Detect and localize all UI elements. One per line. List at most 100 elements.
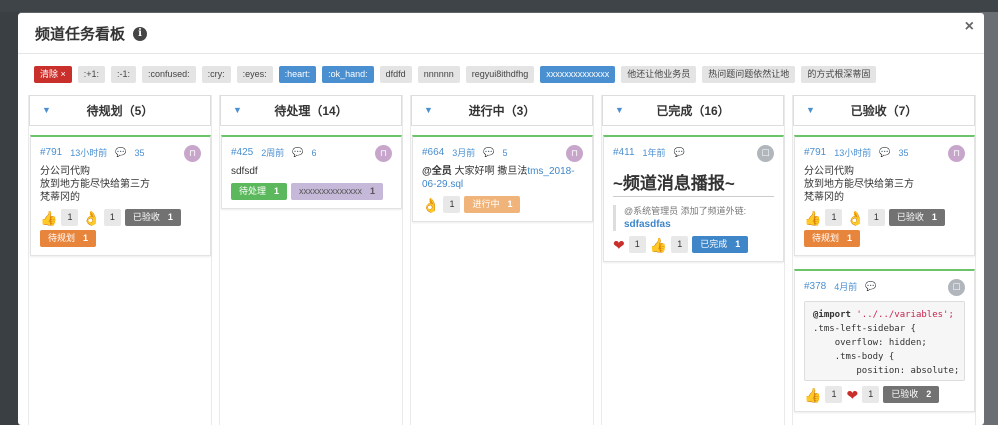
task-card[interactable]: #378 4月前 💬 ☐ @import '../../variables'; … [794,269,975,412]
ok-hand-icon[interactable]: 👌 [82,210,99,226]
status-badge[interactable]: 已验收 1 [888,209,945,226]
code-block: @import '../../variables'; .tms-left-sid… [804,301,965,381]
quote-user[interactable]: @系统管理员 [624,206,678,216]
clear-tags-button[interactable]: 清除 × [34,66,72,83]
status-badge[interactable]: 待规划 1 [40,230,97,247]
status-label: 已验收 [896,212,924,222]
task-card[interactable]: #411 1年前 💬 ☐ ~频道消息播报~ @系统管理员 添加了频道外链: sd… [603,135,784,262]
status-badge[interactable]: 已验收 2 [883,386,940,403]
reaction-count: 1 [862,386,880,403]
tag-filter[interactable]: dfdfd [379,66,412,83]
tag-filter-active[interactable]: :ok_hand: [322,66,374,83]
card-id[interactable]: #791 [804,147,826,158]
filter-icon[interactable]: ▼ [615,105,624,115]
filter-icon[interactable]: ▼ [42,105,51,115]
card-id[interactable]: #411 [613,147,635,158]
avatar[interactable]: ☐ [948,279,965,296]
code-line: .tms-left-sidebar { [813,324,916,334]
card-time: 13小时前 [70,148,108,158]
status-badge[interactable]: 已验收 1 [124,209,181,226]
status-badge[interactable]: 待处理 1 [231,183,288,200]
card-meta: #664 3月前 💬 5 [422,146,583,159]
column-title: 已验收（7） [850,104,918,118]
filter-icon[interactable]: ▼ [424,105,433,115]
task-card[interactable]: #425 2周前 💬 6 ⊓ sdfsdf 待处理 1 xxxxxxxxxxxxx… [221,135,402,209]
status-count: 1 [274,186,280,196]
reaction-count: 1 [628,236,646,253]
task-card[interactable]: #791 13小时前 💬 35 ⊓ 分公司代购 放到地方能尽快给第三方 梵蒂冈的… [30,135,211,256]
card-meta: #791 13小时前 💬 35 [804,146,965,159]
comment-icon: 💬 [292,147,304,157]
avatar[interactable]: ⊓ [566,145,583,162]
info-icon[interactable]: i [133,26,148,41]
status-count: 1 [931,212,937,222]
tag-filter-active[interactable]: :heart: [278,66,317,83]
status-count: 1 [507,199,513,209]
task-card[interactable]: #664 3月前 💬 5 ⊓ @全员 大家好啊 撒旦法tms_2018-06-2… [412,135,593,222]
card-text-body: 大家好啊 撒旦法 [454,166,528,177]
reaction-row: 👍 1 👌 1 已验收 1 待规划 1 [40,209,201,247]
thumbs-up-icon[interactable]: 👍 [804,387,821,403]
card-text-line: 分公司代购 [804,166,854,177]
reaction-row: 👍 1 ❤ 1 已验收 2 [804,386,965,403]
card-text-line: 放到地方能尽快给第三方 [40,179,150,190]
tag-filter[interactable]: :cry: [201,66,231,83]
tag-filter[interactable]: :confused: [142,66,196,83]
avatar[interactable]: ⊓ [948,145,965,162]
mention[interactable]: @全员 [422,166,452,177]
card-text-line: 放到地方能尽快给第三方 [804,179,914,190]
status-badge[interactable]: 待规划 1 [804,230,861,247]
close-icon[interactable]: × [965,18,974,36]
status-badge[interactable]: 已完成 1 [692,236,749,253]
card-id[interactable]: #791 [40,147,62,158]
tag-filter[interactable]: regyui8ithdfhg [465,66,535,83]
tag-filter[interactable]: :-1: [111,66,137,83]
code-line: overflow: hidden; [834,338,927,348]
card-id[interactable]: #664 [422,147,444,158]
card-id[interactable]: #378 [804,281,826,292]
column-header: ▼ 进行中（3） [411,95,593,126]
filter-icon[interactable]: ▼ [806,105,815,115]
thumbs-up-icon[interactable]: 👍 [650,237,667,253]
thumbs-up-icon[interactable]: 👍 [804,210,821,226]
tag-count: 1 [370,186,376,196]
task-card[interactable]: #791 13小时前 💬 35 ⊓ 分公司代购 放到地方能尽快给第三方 梵蒂冈的… [794,135,975,256]
status-label: 待处理 [239,186,267,196]
tag-filter[interactable]: :eyes: [236,66,273,83]
card-id[interactable]: #425 [231,147,253,158]
status-badge[interactable]: 进行中 1 [464,196,521,213]
thumbs-up-icon[interactable]: 👍 [40,210,57,226]
tag-filter[interactable]: 热问题问题依然让地 [702,66,796,83]
quote-link[interactable]: sdfasdfas [624,219,671,230]
avatar[interactable]: ⊓ [184,145,201,162]
background-toolbar [0,0,998,12]
ok-hand-icon[interactable]: 👌 [422,197,439,213]
tag-filter[interactable]: 他还让他业务员 [621,66,697,83]
status-count: 1 [167,212,173,222]
comment-icon: 💬 [673,147,685,157]
reaction-count: 1 [825,209,843,226]
comment-count: 5 [502,147,508,158]
comment-count: 6 [311,147,317,158]
tag-filter[interactable]: 的方式根深蒂固 [801,66,877,83]
tag-filter-active[interactable]: xxxxxxxxxxxxxx [540,66,616,83]
heart-icon[interactable]: ❤ [613,237,625,253]
column-title: 已完成（16） [656,104,730,118]
filter-icon[interactable]: ▼ [233,105,242,115]
avatar[interactable]: ⊓ [375,145,392,162]
heart-icon[interactable]: ❤ [846,387,858,403]
avatar[interactable]: ☐ [757,145,774,162]
title-divider [18,53,984,54]
tag-filter[interactable]: nnnnnn [417,66,460,83]
card-time: 4月前 [834,282,858,292]
tag-badge[interactable]: xxxxxxxxxxxxxx 1 [291,183,384,200]
card-quote: @系统管理员 添加了频道外链: sdfasdfas [613,205,774,231]
ok-hand-icon[interactable]: 👌 [846,210,863,226]
status-label: 已完成 [700,239,728,249]
reaction-row: 待处理 1 xxxxxxxxxxxxxx 1 [231,183,392,200]
status-label: 待规划 [812,233,840,243]
tag-filter[interactable]: :+1: [77,66,106,83]
card-meta: #411 1年前 💬 [613,146,774,159]
column-title: 待处理（14） [274,104,348,118]
comment-count: 35 [134,147,145,158]
